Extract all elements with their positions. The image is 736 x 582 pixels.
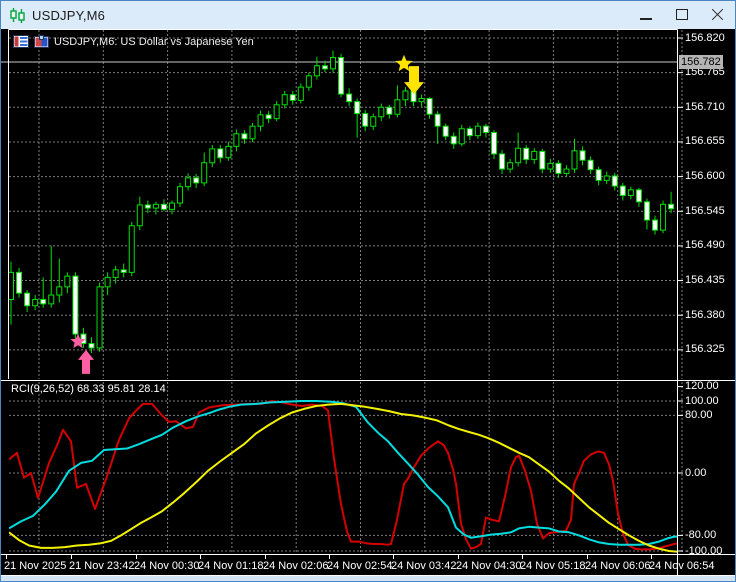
candle-bull: [96, 282, 103, 352]
indicator-axis-label: 100.00: [685, 394, 719, 407]
time-axis-label: 24 Nov 00:30: [134, 560, 200, 572]
price-axis-label: 156.545: [685, 204, 725, 217]
candle-bear: [16, 267, 23, 298]
price-axis-label: 156.380: [685, 308, 725, 321]
panel-separator-handle[interactable]: [1, 378, 678, 383]
candle-bull: [249, 123, 256, 142]
time-axis-label: 21 Nov 2025: [4, 560, 67, 572]
candle-bear: [338, 53, 345, 98]
time-axis-label: 24 Nov 04:30: [456, 560, 522, 572]
time-axis-label: 24 Nov 06:06: [585, 560, 651, 572]
time-axis-label: 24 Nov 02:54: [327, 560, 393, 572]
history-book-icon[interactable]: [34, 35, 49, 48]
quotes-table-icon[interactable]: [13, 35, 29, 48]
candle-bull: [128, 221, 135, 277]
candle-bull: [177, 182, 184, 207]
price-axis-label: 156.435: [685, 274, 725, 287]
candle-bear: [72, 272, 79, 342]
time-axis-label: 24 Nov 06:54: [649, 560, 715, 572]
price-axis-label: 156.710: [685, 100, 725, 113]
chart-header: USDJPY,M6: US Dollar vs Japanese Yen: [13, 35, 254, 48]
current-price-tag: 156.782: [679, 55, 723, 69]
price-axis-label: 156.820: [685, 31, 725, 44]
time-axis-label: 21 Nov 23:42: [69, 560, 135, 572]
price-axis-label: 156.490: [685, 239, 725, 252]
chart-window: USDJPY,M6 USDJPY,M6: US Dollar vs Japane…: [0, 0, 736, 582]
time-axis-label: 24 Nov 01:18: [198, 560, 264, 572]
indicator-axis-label: 0.00: [685, 466, 707, 479]
indicator-axis-label: 120.00: [685, 380, 719, 393]
indicator-axis-label: -80.00: [685, 528, 717, 541]
time-axis-label: 24 Nov 03:42: [391, 560, 457, 572]
candle-bull: [660, 200, 667, 234]
time-axis-label: 24 Nov 05:18: [520, 560, 586, 572]
price-axis-label: 156.655: [685, 135, 725, 148]
price-axis-label: 156.600: [685, 170, 725, 183]
time-axis-label: 24 Nov 02:06: [263, 560, 329, 572]
chart-background: [1, 29, 735, 576]
chart-plot-area[interactable]: [1, 1, 736, 582]
indicator-label: RCI(9,26,52) 68.33 95.81 28.14: [11, 383, 166, 395]
price-axis-label: 156.325: [685, 343, 725, 356]
indicator-axis-label: 80.00: [685, 408, 713, 421]
indicator-axis-label: -100.00: [685, 544, 723, 557]
symbol-description: USDJPY,M6: US Dollar vs Japanese Yen: [54, 35, 254, 48]
